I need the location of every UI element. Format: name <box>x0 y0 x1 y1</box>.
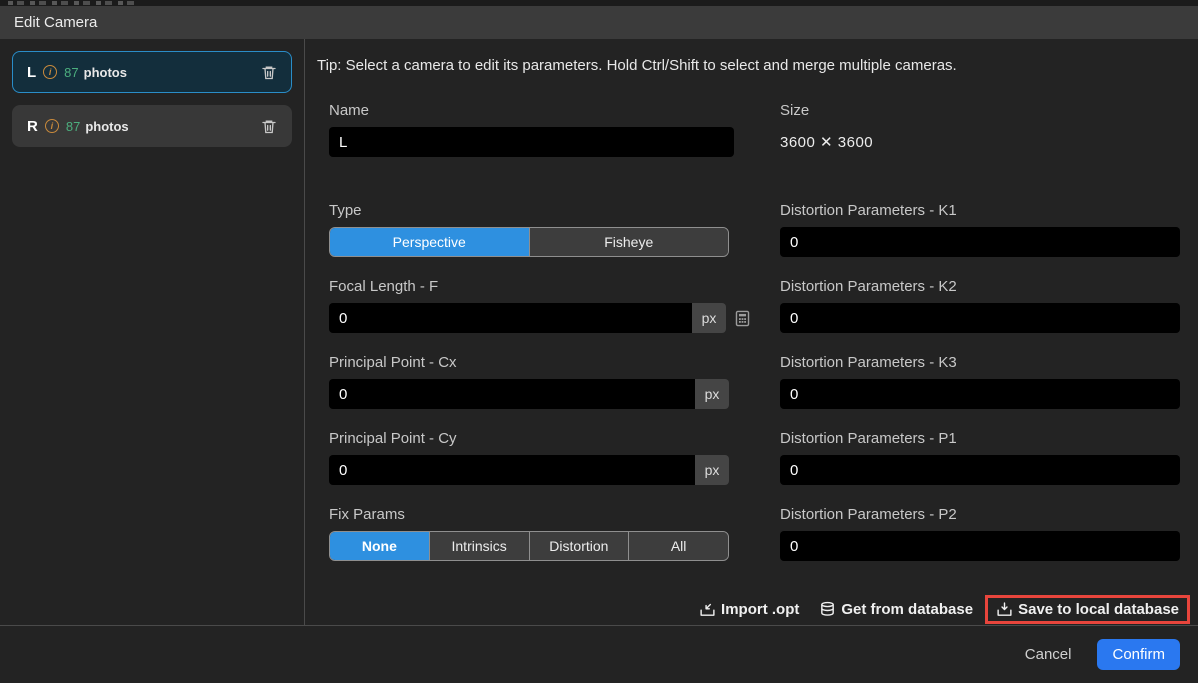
distortion-k3-label: Distortion Parameters - K3 <box>780 354 1180 371</box>
distortion-k2-label: Distortion Parameters - K2 <box>780 278 1180 295</box>
camera-item-R[interactable]: R i 87 photos <box>12 105 292 147</box>
distortion-k1-label: Distortion Parameters - K1 <box>780 202 1180 219</box>
principal-cx-unit: px <box>695 379 729 409</box>
focal-length-label: Focal Length - F <box>329 278 751 295</box>
import-icon <box>699 601 721 618</box>
fix-params-segmented-control: None Intrinsics Distortion All <box>329 531 729 561</box>
photo-count: 87 <box>64 65 78 80</box>
save-to-local-database-button[interactable]: Save to local database <box>996 601 1179 618</box>
database-actions-row: Import .opt Get from database Save to lo… <box>679 595 1190 624</box>
photo-count: 87 <box>66 119 80 134</box>
type-option-perspective[interactable]: Perspective <box>330 228 529 256</box>
trash-icon <box>261 118 277 135</box>
photos-label: photos <box>84 65 127 80</box>
trash-icon <box>261 64 277 81</box>
calculator-icon <box>734 310 751 327</box>
cancel-button[interactable]: Cancel <box>1025 646 1072 663</box>
principal-cx-input[interactable] <box>329 379 695 409</box>
confirm-button[interactable]: Confirm <box>1097 639 1180 670</box>
edit-camera-form: Tip: Select a camera to edit its paramet… <box>305 39 1198 625</box>
camera-name: L <box>27 64 36 81</box>
clipped-background-text <box>8 1 138 5</box>
tip-text: Tip: Select a camera to edit its paramet… <box>317 57 1198 74</box>
delete-camera-button[interactable] <box>261 118 277 135</box>
principal-cy-unit: px <box>695 455 729 485</box>
distortion-k2-input[interactable] <box>780 303 1180 333</box>
dialog-footer: Cancel Confirm <box>0 625 1198 683</box>
dialog-title: Edit Camera <box>14 14 97 31</box>
import-opt-button[interactable]: Import .opt <box>699 601 799 618</box>
camera-name: R <box>27 118 38 135</box>
fix-params-label: Fix Params <box>329 506 751 523</box>
size-value: 3600 ✕ 3600 <box>780 127 1180 157</box>
principal-cx-label: Principal Point - Cx <box>329 354 751 371</box>
camera-list-sidebar: L i 87 photos R i 87 photos <box>0 39 305 625</box>
type-segmented-control: Perspective Fisheye <box>329 227 729 257</box>
database-icon <box>819 601 841 618</box>
distortion-p2-label: Distortion Parameters - P2 <box>780 506 1180 523</box>
delete-camera-button[interactable] <box>261 64 277 81</box>
focal-length-unit: px <box>692 303 726 333</box>
camera-item-L[interactable]: L i 87 photos <box>12 51 292 93</box>
fix-params-option-none[interactable]: None <box>330 532 429 560</box>
photos-label: photos <box>85 119 128 134</box>
distortion-k3-input[interactable] <box>780 379 1180 409</box>
save-icon <box>996 601 1018 618</box>
fix-params-option-intrinsics[interactable]: Intrinsics <box>429 532 529 560</box>
type-option-fisheye[interactable]: Fisheye <box>529 228 729 256</box>
principal-cy-label: Principal Point - Cy <box>329 430 751 447</box>
edit-camera-dialog: Edit Camera L i 87 photos R i 87 photos <box>0 0 1198 683</box>
fix-params-option-all[interactable]: All <box>628 532 728 560</box>
dialog-header: Edit Camera <box>0 6 1198 39</box>
size-label: Size <box>780 102 1180 119</box>
principal-cy-input[interactable] <box>329 455 695 485</box>
distortion-p2-input[interactable] <box>780 531 1180 561</box>
focal-calculator-button[interactable] <box>734 310 751 327</box>
name-label: Name <box>329 102 751 119</box>
info-icon: i <box>45 119 59 133</box>
type-label: Type <box>329 202 751 219</box>
get-from-database-button[interactable]: Get from database <box>819 601 973 618</box>
annotation-highlight-box: Save to local database <box>985 595 1190 624</box>
name-input[interactable] <box>329 127 734 157</box>
distortion-p1-label: Distortion Parameters - P1 <box>780 430 1180 447</box>
info-icon: i <box>43 65 57 79</box>
focal-length-input[interactable] <box>329 303 692 333</box>
distortion-p1-input[interactable] <box>780 455 1180 485</box>
background-clipped-strip <box>0 0 1198 6</box>
fix-params-option-distortion[interactable]: Distortion <box>529 532 629 560</box>
distortion-k1-input[interactable] <box>780 227 1180 257</box>
